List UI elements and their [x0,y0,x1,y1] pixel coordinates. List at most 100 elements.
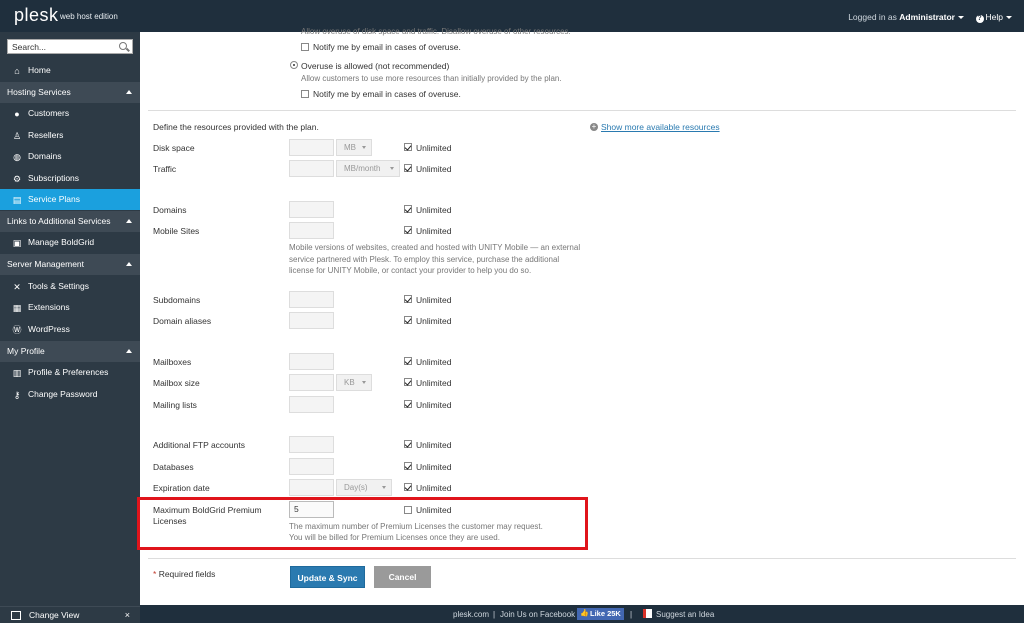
ftp-accounts-unlimited-checkbox[interactable] [404,440,412,448]
notify-overuse-label-1: Notify me by email in cases of overuse. [313,42,461,52]
facebook-like-button[interactable]: Like 25K [577,608,624,620]
cancel-button[interactable]: Cancel [374,566,431,588]
section-my-profile[interactable]: My Profile [0,341,140,362]
mailboxes-input[interactable] [289,353,334,370]
sidebar-item-domains[interactable]: ◍ Domains [0,146,140,167]
traffic-unit-select[interactable]: MB/month [336,160,400,177]
update-sync-button[interactable]: Update & Sync [290,566,365,588]
footer: plesk.com | Join Us on Facebook Like 25K… [140,605,1024,623]
sidebar-item-home[interactable]: ⌂ Home [0,60,140,81]
subdomains-unlimited-checkbox[interactable] [404,295,412,303]
domains-unlimited-checkbox[interactable] [404,205,412,213]
tools-icon: ✕ [13,282,21,292]
unlimited-label: Unlimited [416,295,452,305]
user-menu[interactable]: Administrator [899,12,955,22]
sidebar-item-service-plans[interactable]: ▤ Service Plans [0,189,140,210]
mailbox-size-input[interactable] [289,374,334,391]
sidebar-item-label: Tools & Settings [28,281,89,291]
sidebar-item-label: Profile & Preferences [28,367,109,377]
mailing-lists-input[interactable] [289,396,334,413]
section-title: My Profile [7,346,45,356]
change-view-button[interactable]: Change View × [0,606,140,623]
sidebar-item-subscriptions[interactable]: ⚙ Subscriptions [0,168,140,189]
close-icon[interactable]: × [125,607,130,624]
unlimited-label: Unlimited [416,462,452,472]
disk-space-input[interactable] [289,139,334,156]
reseller-icon: ♙ [12,131,22,141]
plesk-logo[interactable]: plesk [14,5,59,26]
suggest-idea-link[interactable]: Suggest an Idea [656,610,714,619]
sidebar-item-change-password[interactable]: ⚷ Change Password [0,384,140,405]
sidebar-item-label: Domains [28,151,62,161]
notify-overuse-checkbox-1[interactable] [301,43,309,51]
search-icon[interactable] [119,42,127,50]
subdomains-input[interactable] [289,291,334,308]
chevron-down-icon [362,146,366,149]
sidebar-item-resellers[interactable]: ♙ Resellers [0,125,140,146]
required-fields-note: * Required fields [153,569,215,579]
notify-overuse-label-2: Notify me by email in cases of overuse. [313,89,461,99]
show-more-resources-link[interactable]: Show more available resources [601,122,720,132]
notify-overuse-checkbox-2[interactable] [301,90,309,98]
mailing-lists-unlimited-checkbox[interactable] [404,400,412,408]
expiration-unlimited-checkbox[interactable] [404,483,412,491]
help-menu[interactable]: ? Help [975,12,1012,23]
sidebar-item-extensions[interactable]: ▦ Extensions [0,297,140,318]
wordpress-icon: Ⓦ [12,325,22,335]
section-title: Hosting Services [7,87,71,97]
chevron-down-icon [382,486,386,489]
sidebar-item-wordpress[interactable]: Ⓦ WordPress [0,319,140,340]
footer-divider: | [493,610,496,619]
sidebar-item-tools-settings[interactable]: ✕ Tools & Settings [0,276,140,297]
ftp-accounts-input[interactable] [289,436,334,453]
facebook-link[interactable]: Join Us on Facebook [500,610,575,619]
sidebar-item-label: Subscriptions [28,173,80,183]
subdomains-label: Subdomains [153,295,201,305]
sidebar-item-label: Service Plans [28,194,80,204]
section-server-management[interactable]: Server Management [0,254,140,275]
mailboxes-unlimited-checkbox[interactable] [404,357,412,365]
collapse-icon [126,262,132,266]
chevron-down-icon [958,16,964,20]
divider [148,558,1016,559]
disk-space-unit-select[interactable]: MB [336,139,372,156]
domains-label: Domains [153,205,187,215]
collapse-icon [126,349,132,353]
domains-input[interactable] [289,201,334,218]
traffic-unit: MB/month [344,164,381,173]
search-input[interactable]: Search... [7,39,133,54]
mobile-sites-note: Mobile versions of websites, created and… [289,243,581,275]
expiration-date-label: Expiration date [153,483,210,493]
expiration-unit: Day(s) [344,483,368,492]
overuse-allowed-radio[interactable] [290,61,298,69]
section-hosting-services[interactable]: Hosting Services [0,82,140,103]
domain-aliases-input[interactable] [289,312,334,329]
chevron-down-icon [390,167,394,170]
unlimited-label: Unlimited [416,164,452,174]
ftp-accounts-label: Additional FTP accounts [153,440,245,450]
databases-input[interactable] [289,458,334,475]
disk-space-unlimited-checkbox[interactable] [404,143,412,151]
section-additional-services[interactable]: Links to Additional Services [0,211,140,232]
databases-unlimited-checkbox[interactable] [404,462,412,470]
mobile-sites-input[interactable] [289,222,334,239]
mailbox-size-unlimited-checkbox[interactable] [404,378,412,386]
mobile-sites-unlimited-checkbox[interactable] [404,226,412,234]
expiration-date-input[interactable] [289,479,334,496]
disk-space-unit: MB [344,143,356,152]
unlimited-label: Unlimited [416,357,452,367]
plesk-site-link[interactable]: plesk.com [453,610,489,619]
sidebar-item-customers[interactable]: ● Customers [0,103,140,124]
sidebar-item-profile-preferences[interactable]: ▥ Profile & Preferences [0,362,140,383]
footer-divider: | [630,610,633,619]
sidebar-item-manage-boldgrid[interactable]: ▣ Manage BoldGrid [0,232,140,253]
unlimited-label: Unlimited [416,440,452,450]
domain-aliases-unlimited-checkbox[interactable] [404,316,412,324]
mobile-sites-label: Mobile Sites [153,226,200,236]
traffic-input[interactable] [289,160,334,177]
extensions-icon: ▦ [12,303,22,313]
expiration-unit-select[interactable]: Day(s) [336,479,392,496]
mailbox-size-unit-select[interactable]: KB [336,374,372,391]
mailbox-size-unit: KB [344,378,355,387]
traffic-unlimited-checkbox[interactable] [404,164,412,172]
